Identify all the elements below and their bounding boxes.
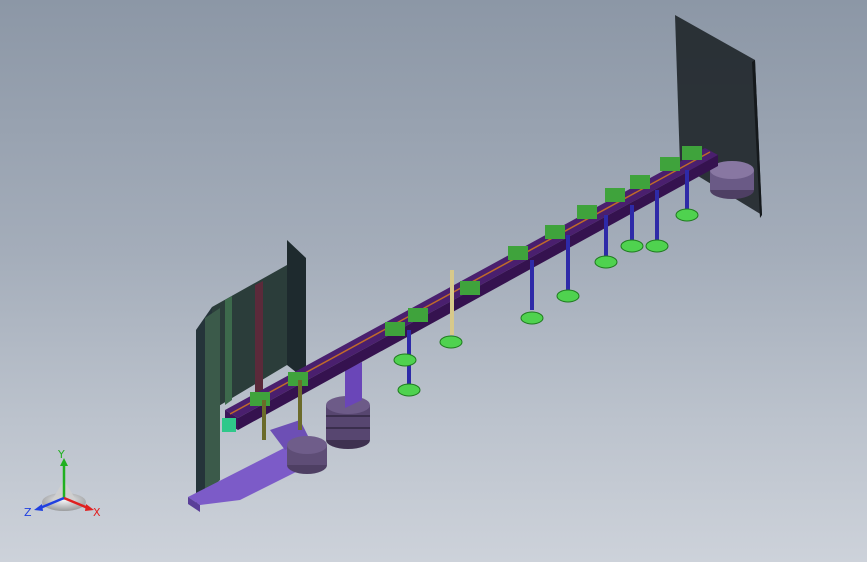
- z-axis-label: Z: [24, 506, 32, 519]
- cad-3d-viewport[interactable]: [0, 0, 867, 562]
- x-axis-label: X: [93, 506, 101, 519]
- support-base-stack-left[interactable]: [287, 436, 327, 474]
- y-axis-label: Y: [57, 448, 65, 461]
- view-orientation-triad[interactable]: Y X Z: [22, 448, 108, 522]
